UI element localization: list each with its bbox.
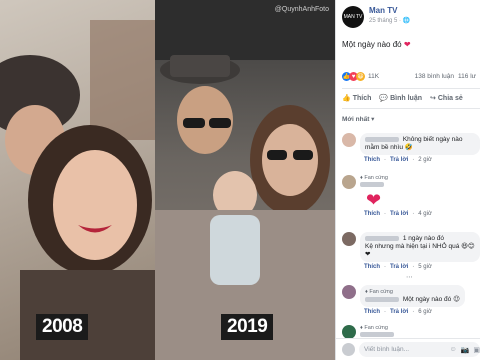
fan-badge: ♦ Fan cứng bbox=[365, 289, 393, 295]
comment-reply-link[interactable]: Trả lời bbox=[390, 157, 408, 163]
comment-sort-dropdown[interactable]: Mới nhất ▾ bbox=[342, 115, 374, 123]
fan-badge: ♦ Fan cứng bbox=[360, 325, 388, 331]
globe-icon: 🌐 bbox=[402, 18, 411, 24]
page-name-link[interactable]: Man TV bbox=[369, 6, 410, 15]
comment-reply-link[interactable]: Trả lời bbox=[390, 309, 408, 315]
comment-text: Một ngày nào đó bbox=[402, 296, 452, 303]
comment-input-bar: Viết bình luận... ☺ 📷 ▣ bbox=[336, 338, 480, 360]
commenter-name-redacted[interactable] bbox=[360, 181, 384, 187]
fan-badge: ♦ Fan cứng bbox=[360, 175, 388, 181]
commenter-name-redacted[interactable] bbox=[360, 331, 394, 337]
comment-icon: 💬 bbox=[379, 95, 389, 102]
post-actions: 👍 Thích 💬 Bình luận ↪ Chia sẻ bbox=[342, 94, 480, 103]
comment-bubble: 1 ngày nào đó Kệ nhưng mà hiện tại i NHỎ… bbox=[360, 232, 480, 262]
comment-bubble: Không biết ngày nào mằm bề nhìu 🤣 bbox=[360, 133, 480, 155]
commenter-name-redacted[interactable] bbox=[365, 296, 399, 302]
commenter-avatar[interactable] bbox=[342, 133, 356, 147]
comment-meta: Thích · Trả lời · 5 giờ bbox=[364, 264, 432, 270]
more-replies-link[interactable]: ⋯ bbox=[406, 273, 413, 281]
comment-item: ♦ Fan cứng bbox=[342, 325, 480, 339]
reactions-bar[interactable]: 👍 ♥ 😆 11K 138 bình luận 116 lư bbox=[342, 72, 476, 81]
comment-item: ♦ Fan cứng Một ngày nào đó 😉 Thích · Trả … bbox=[342, 285, 480, 315]
post-header: MAN TV Man TV 25 tháng 5 · 🌐 bbox=[342, 6, 410, 28]
gif-icon[interactable]: ▣ bbox=[473, 346, 480, 354]
shares-count-link[interactable]: 116 lư bbox=[458, 73, 476, 80]
comment-time[interactable]: 4 giờ bbox=[418, 211, 432, 217]
comment-input-placeholder: Viết bình luận... bbox=[364, 346, 410, 353]
comments-count-link[interactable]: 138 bình luận bbox=[415, 73, 454, 80]
like-button[interactable]: 👍 Thích bbox=[342, 94, 371, 103]
comment-time[interactable]: 5 giờ bbox=[418, 264, 432, 270]
share-button[interactable]: ↪ Chia sẻ bbox=[430, 94, 463, 103]
commenter-avatar[interactable] bbox=[342, 285, 356, 299]
post-text-content: Một ngày nào đó bbox=[342, 40, 402, 49]
photo-2019: @QuynhAnhFoto 2019 bbox=[155, 0, 335, 360]
commenter-avatar[interactable] bbox=[342, 175, 356, 189]
comment-item: ♦ Fan cứng ❤ Thích · Trả lời · 4 giờ bbox=[342, 175, 480, 217]
comment-input[interactable]: Viết bình luận... ☺ 📷 ▣ bbox=[359, 342, 480, 357]
comment-item: 1 ngày nào đó Kệ nhưng mà hiện tại i NHỎ… bbox=[342, 232, 480, 270]
commenter-avatar[interactable] bbox=[342, 325, 356, 339]
comment-time[interactable]: 6 giờ bbox=[418, 309, 432, 315]
comment-emoji: 😉 bbox=[453, 296, 460, 303]
commenter-name-redacted[interactable] bbox=[365, 136, 399, 142]
thumbs-up-icon: 👍 bbox=[342, 95, 351, 102]
comment-like-link[interactable]: Thích bbox=[364, 157, 380, 163]
comment-like-link[interactable]: Thích bbox=[364, 309, 380, 315]
reaction-count[interactable]: 11K bbox=[368, 73, 379, 80]
comment-meta: Thích · Trả lời · 4 giờ bbox=[364, 211, 432, 217]
comment-item: Không biết ngày nào mằm bề nhìu 🤣 Thích ·… bbox=[342, 133, 480, 163]
comment-emoji: 🤣 bbox=[404, 144, 413, 151]
commenter-avatar[interactable] bbox=[342, 232, 356, 246]
comment-time[interactable]: 2 giờ bbox=[418, 157, 432, 163]
camera-icon[interactable]: 📷 bbox=[461, 346, 470, 354]
heart-sticker-icon: ❤ bbox=[366, 190, 382, 210]
emoji-icon[interactable]: ☺ bbox=[450, 346, 457, 353]
post-timestamp[interactable]: 25 tháng 5 · 🌐 bbox=[369, 17, 410, 24]
family-photo-2019-illustration bbox=[155, 0, 335, 360]
divider bbox=[342, 88, 480, 89]
couple-photo-2008-illustration bbox=[0, 20, 155, 360]
haha-reaction-icon: 😆 bbox=[356, 72, 365, 81]
comment-meta: Thích · Trả lời · 2 giờ bbox=[364, 157, 432, 163]
comment-text: 1 ngày nào đó bbox=[402, 235, 445, 242]
heart-emoji: ❤ bbox=[403, 40, 411, 49]
comment-text-line2: Kệ nhưng mà hiện tại i NHỎ quá bbox=[365, 243, 460, 250]
current-user-avatar bbox=[342, 343, 355, 356]
year-label-2008: 2008 bbox=[36, 314, 89, 340]
photo-watermark: @QuynhAnhFoto bbox=[274, 6, 329, 13]
year-label-2019: 2019 bbox=[221, 314, 274, 340]
facebook-post-panel: MAN TV Man TV 25 tháng 5 · 🌐 Một ngày nà… bbox=[335, 0, 480, 360]
divider bbox=[342, 108, 480, 109]
page-avatar[interactable]: MAN TV bbox=[342, 6, 364, 28]
comment-reply-link[interactable]: Trả lời bbox=[390, 211, 408, 217]
comment-bubble: ♦ Fan cứng Một ngày nào đó 😉 bbox=[360, 285, 465, 307]
commenter-name-redacted[interactable] bbox=[365, 235, 399, 241]
comment-meta: Thích · Trả lời · 6 giờ bbox=[364, 309, 432, 315]
comment-reply-link[interactable]: Trả lời bbox=[390, 264, 408, 270]
screenshot-root: 2008 @QuynhAnhFoto 2019 MAN TV Man TV 25… bbox=[0, 0, 480, 360]
comment-like-link[interactable]: Thích bbox=[364, 211, 380, 217]
share-icon: ↪ bbox=[430, 95, 436, 102]
comment-like-link[interactable]: Thích bbox=[364, 264, 380, 270]
post-text: Một ngày nào đó ❤ bbox=[342, 40, 411, 49]
comment-button[interactable]: 💬 Bình luận bbox=[379, 94, 422, 103]
photo-2008: 2008 bbox=[0, 0, 155, 360]
